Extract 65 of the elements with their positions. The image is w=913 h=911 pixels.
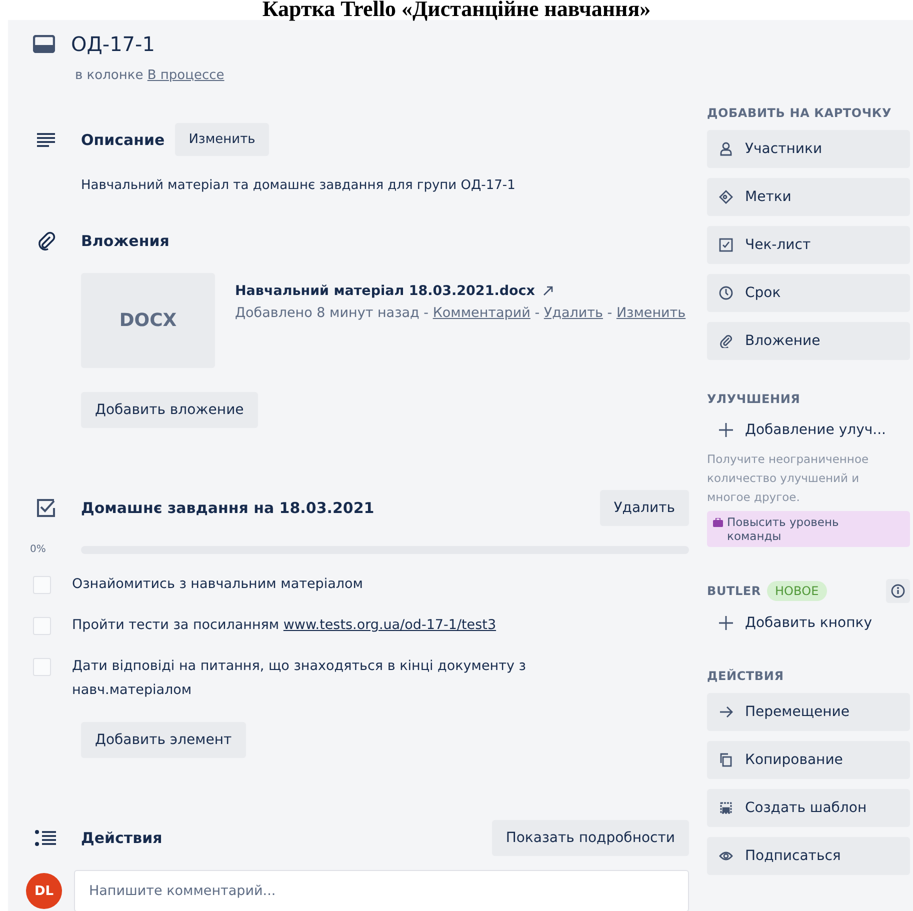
info-button[interactable] xyxy=(886,579,910,603)
eye-icon xyxy=(719,849,733,863)
sidebar-button[interactable]: Участники xyxy=(707,130,910,168)
clip-icon xyxy=(719,334,733,348)
powerups-note: Получите неограниченное количество улучшений и многое другое. xyxy=(707,451,870,506)
checkbox[interactable] xyxy=(33,658,51,676)
new-badge: НОВОЕ xyxy=(766,581,827,601)
info-icon xyxy=(891,584,905,598)
checkbox[interactable] xyxy=(33,576,51,594)
person-icon xyxy=(719,142,733,156)
add-item-button[interactable]: Добавить элемент xyxy=(81,722,246,758)
tag-icon xyxy=(719,190,733,204)
sidebar-button[interactable]: Перемещение xyxy=(707,693,910,731)
checkbox[interactable] xyxy=(33,617,51,635)
file-name[interactable]: Навчальний матеріал 18.03.2021.docx xyxy=(235,283,535,299)
add-powerup-button[interactable]: Добавление улуч... xyxy=(707,416,898,444)
attachment-meta: Добавлено 8 минут назад - Комментарий - Удалить - Изменить xyxy=(235,304,687,323)
sidebar-button[interactable]: Подписаться xyxy=(707,837,910,875)
list-location: в колонке В процессе xyxy=(75,68,224,83)
checklist-item-text[interactable]: Дати відповіді на питання, що знаходяться в кінці документу з навч.матеріалом xyxy=(72,654,582,702)
show-details-button[interactable]: Показать подробности xyxy=(492,820,689,856)
sidebar-button[interactable]: Метки xyxy=(707,178,910,216)
sidebar-button[interactable]: Чек-лист xyxy=(707,226,910,264)
checklist-title: Домашнє завдання на 18.03.2021 xyxy=(81,499,376,517)
description-text: Навчальний матеріал та домашнє завдання для групи ОД-17-1 xyxy=(81,178,516,193)
checklist-item-text[interactable]: Пройти тести за посиланням www.tests.org.ua/od-17-1/test3 xyxy=(72,613,496,637)
upgrade-button[interactable]: Повысить уровень команды xyxy=(707,511,910,547)
test-link[interactable]: www.tests.org.ua/od-17-1/test3 xyxy=(283,617,496,633)
external-link-icon[interactable] xyxy=(543,286,553,296)
template-icon xyxy=(719,801,733,815)
activity-icon xyxy=(33,830,59,846)
add-button-button[interactable]: Добавить кнопку xyxy=(707,609,884,637)
sidebar-section-title: ДОБАВИТЬ НА КАРТОЧКУ xyxy=(707,106,893,120)
sidebar-button[interactable]: Копирование xyxy=(707,741,910,779)
sidebar-button[interactable]: Вложение xyxy=(707,322,910,360)
attachments-heading: Вложения xyxy=(81,232,170,250)
plus-icon xyxy=(719,423,733,437)
attachment-action-link[interactable]: Комментарий xyxy=(432,305,530,321)
sidebar-button[interactable]: Создать шаблон xyxy=(707,789,910,827)
progress-percent: 0% xyxy=(29,544,47,555)
clock-icon xyxy=(719,286,733,300)
user-avatar[interactable]: DL xyxy=(26,873,62,909)
sidebar-button[interactable]: Срок xyxy=(707,274,910,312)
comment-field[interactable]: Напишите комментарий... xyxy=(74,870,689,911)
edit-button[interactable]: Изменить xyxy=(174,123,270,156)
description-heading: Описание xyxy=(81,130,165,148)
briefcase-icon xyxy=(713,518,723,527)
check-icon xyxy=(719,238,733,252)
sidebar-section-title: BUTLER xyxy=(707,584,761,598)
card-icon xyxy=(33,35,55,53)
arrow-icon xyxy=(719,705,733,719)
copy-icon xyxy=(719,753,733,767)
checklist-item-text[interactable]: Ознайомитись з навчальним матеріалом xyxy=(72,572,363,596)
document-caption: Картка Trello «Дистанційне навчання» xyxy=(261,0,652,20)
sidebar-section-title: УЛУЧШЕНИЯ xyxy=(707,392,802,406)
delete-button[interactable]: Удалить xyxy=(600,490,689,526)
list-link[interactable]: В процессе xyxy=(147,68,224,83)
add-attachment-button[interactable]: Добавить вложение xyxy=(81,392,258,428)
plus-icon xyxy=(719,616,733,630)
attachment-action-link[interactable]: Изменить xyxy=(616,305,686,321)
attachment-action-link[interactable]: Удалить xyxy=(544,305,603,321)
card-title: ОД-17-1 xyxy=(71,32,155,56)
activity-heading: Действия xyxy=(81,829,164,847)
file-thumbnail[interactable]: DOCX xyxy=(81,273,215,368)
sidebar-section-title: ДЕЙСТВИЯ xyxy=(707,669,785,683)
